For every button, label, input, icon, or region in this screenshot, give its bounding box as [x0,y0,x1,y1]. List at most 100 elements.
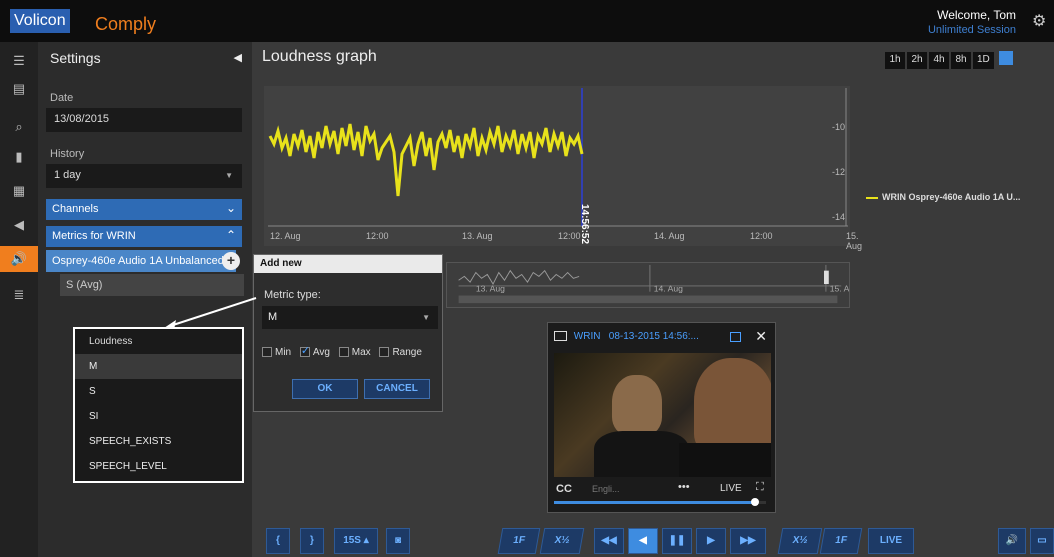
calendar-icon[interactable] [730,332,741,342]
live-button[interactable]: LIVE [868,528,914,554]
step-back-button[interactable]: 1F [497,528,541,554]
video-progress-fill [554,501,756,504]
grid-view-icon[interactable] [998,50,1013,65]
range-checkbox[interactable]: Range [379,347,422,358]
x-tick-label: 14. Aug [654,231,685,241]
video-frame[interactable] [554,353,771,477]
checkbox-label: Avg [312,347,330,358]
checkbox-box[interactable] [299,344,310,358]
speaker-icon[interactable]: 🔊 [0,246,38,272]
timeline-navigator[interactable]: 13. Aug 14. Aug 15. Aug [446,262,850,308]
more-options-icon[interactable]: ••• [678,481,690,493]
step-forward-button[interactable]: 1F [819,528,863,554]
checkbox-box[interactable] [338,347,349,358]
collapse-sidebar-icon[interactable]: ◀ [234,51,242,64]
x-tick-label: 12. Aug [270,231,301,241]
source-row[interactable]: Osprey-460e Audio 1A Unbalanced [46,250,236,272]
date-field[interactable]: 13/08/2015 [46,108,242,132]
navigator-tick: 14. Aug [654,284,683,294]
fullscreen-icon[interactable]: ⛶ [756,481,764,494]
navigator-series [458,269,580,286]
rewind-icon[interactable]: ◀◀ [594,528,624,554]
metric-type-dropdown-list: Loudness M S SI SPEECH_EXISTS SPEECH_LEV… [73,327,244,483]
checkbox-label: Min [275,347,292,358]
fast-forward-icon[interactable]: ▶▶ [730,528,766,554]
video-progress-bar[interactable] [554,498,766,506]
interval-select[interactable]: 15S ▴ [334,528,378,554]
metric-type-value: M [268,311,278,323]
loudness-graph[interactable]: 14:56:52 [264,86,850,246]
x-tick-label: 15. Aug [846,231,863,251]
slow-back-button[interactable]: X½ [539,528,585,554]
menu-icon[interactable]: ☰ [0,48,38,74]
live-indicator[interactable]: LIVE [720,483,742,494]
list-group-header: Loudness [89,336,133,347]
min-checkbox[interactable]: Min [262,347,291,358]
closed-caption-button[interactable]: CC [556,483,572,495]
metric-item[interactable]: S (Avg) [60,274,244,296]
x-tick-label: 13. Aug [462,231,493,241]
checkbox-label: Max [351,347,371,358]
tv-icon [554,331,567,342]
video-channel: WRIN [573,331,601,342]
range-1h-button[interactable]: 1h [885,52,905,69]
range-8h-button[interactable]: 8h [951,52,971,69]
list-item[interactable]: S [75,379,242,404]
range-2h-button[interactable]: 2h [907,52,927,69]
search-icon[interactable]: ⌕ [0,114,38,140]
mark-out-button[interactable]: } [300,528,324,554]
caption-language[interactable]: Engli... [592,484,620,494]
list-item[interactable]: M [75,354,242,379]
checkbox-label: Range [392,347,422,358]
user-welcome[interactable]: Welcome, Tom Unlimited Session [928,8,1016,36]
list-item[interactable]: SPEECH_LEVEL [75,454,242,479]
metric-type-select[interactable]: M ▼ [262,306,438,329]
metric-type-label: Metric type: [264,289,321,301]
chart-legend[interactable]: WRIN Osprey-460e Audio 1A U... [866,192,1020,202]
navigator-handle [824,270,829,285]
play-icon[interactable]: ▶ [696,528,726,554]
avg-checkbox[interactable]: Avg [299,344,330,358]
list-item[interactable]: SI [75,404,242,429]
list-icon[interactable]: ≣ [0,282,38,308]
x-tick-label: 12:00 [366,231,389,241]
metrics-section[interactable]: Metrics for WRIN ⌃ [46,226,242,247]
history-label: History [50,148,85,160]
mark-in-button[interactable]: { [266,528,290,554]
channels-section[interactable]: Channels ⌄ [46,199,242,220]
metrics-label: Metrics for WRIN [52,230,136,242]
range-4h-button[interactable]: 4h [929,52,949,69]
history-select[interactable]: 1 day ▼ [46,164,242,188]
close-icon[interactable]: ✕ [755,328,767,345]
gear-icon[interactable]: ⚙ [1032,14,1048,30]
ok-button[interactable]: OK [292,379,358,399]
checkbox-box[interactable] [379,347,390,358]
app-logo[interactable]: Volicon [10,9,70,33]
pause-icon[interactable]: ❚❚ [662,528,692,554]
megaphone-icon[interactable]: ◀ [0,212,38,238]
legend-swatch [866,196,878,199]
chevron-up-icon: ⌃ [225,228,236,242]
volume-icon[interactable]: 🔊 [998,528,1026,554]
film-icon[interactable]: ▤ [0,76,38,102]
navigator-scrollbar [458,295,838,304]
cancel-button[interactable]: CANCEL [364,379,430,399]
slow-forward-button[interactable]: X½ [777,528,823,554]
add-metric-icon[interactable]: + [222,252,240,270]
video-header: WRIN 08-13-2015 14:56:... ✕ [548,323,775,353]
list-item[interactable]: SPEECH_EXISTS [75,429,242,454]
range-1d-button[interactable]: 1D [973,52,994,69]
x-tick-label: 12:00 [750,231,773,241]
video-progress-thumb[interactable] [751,498,760,506]
bookmark-icon[interactable]: ▮ [0,144,38,170]
logo-text: Volicon [14,12,66,29]
navigator-tick: 13. Aug [476,284,505,294]
checkbox-box[interactable] [262,347,272,358]
settings-panel-icon[interactable]: ▭ [1030,528,1054,554]
table-icon[interactable]: ▦ [0,178,38,204]
welcome-text: Welcome, Tom [937,8,1016,22]
date-label: Date [50,92,74,104]
camera-icon[interactable]: ◙ [386,528,410,554]
play-reverse-icon[interactable]: ◀ [628,528,658,554]
max-checkbox[interactable]: Max [338,347,371,358]
